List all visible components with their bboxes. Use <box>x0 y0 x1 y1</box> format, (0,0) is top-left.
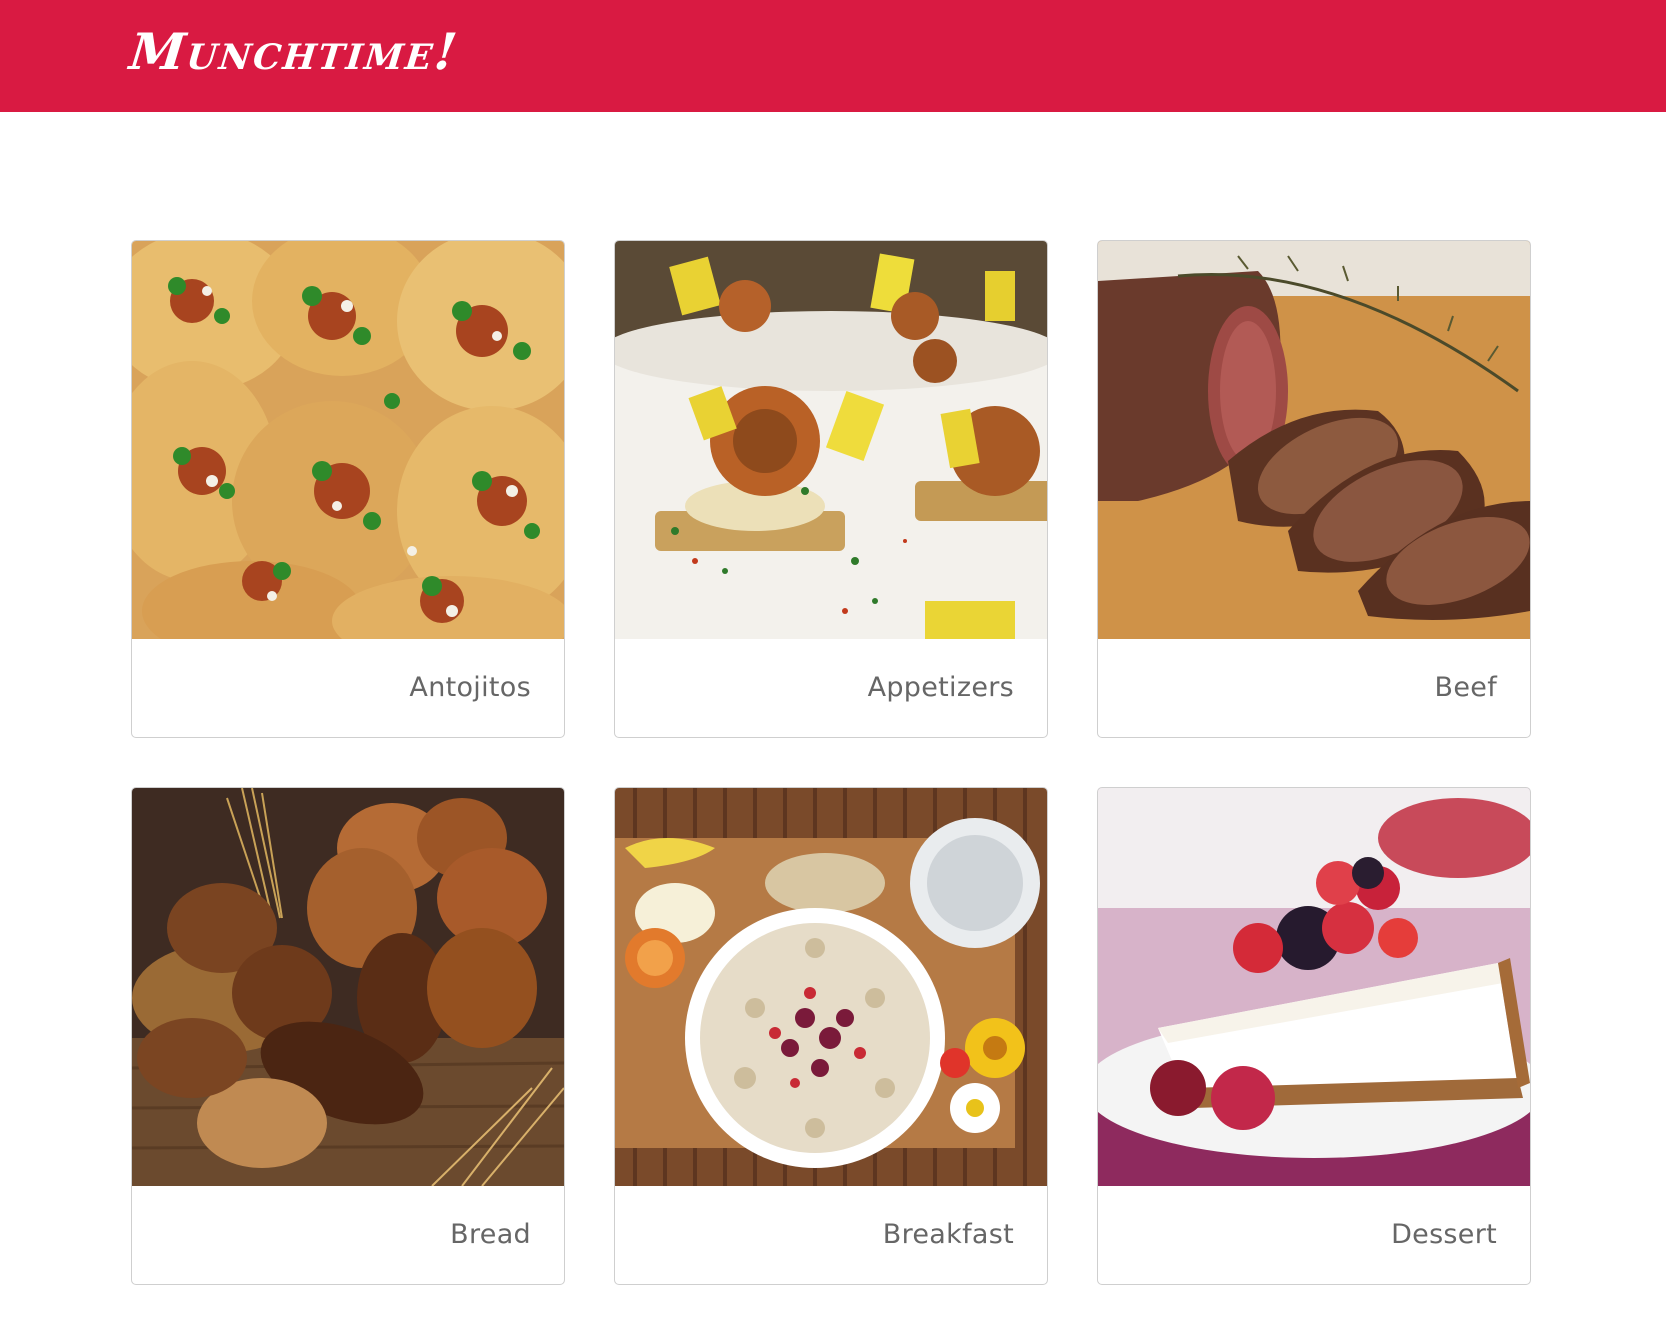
category-card-breakfast[interactable]: Breakfast <box>614 787 1048 1285</box>
category-card-beef[interactable]: Beef <box>1097 240 1531 738</box>
category-label[interactable]: Dessert <box>1391 1219 1497 1250</box>
category-grid: Antojitos Appetizers Beef Bread Breakfas… <box>131 240 1531 1285</box>
beef-tenderloin-photo[interactable] <box>1098 241 1530 639</box>
card-footer: Breakfast <box>615 1186 1047 1284</box>
card-footer: Antojitos <box>132 639 564 737</box>
card-footer: Dessert <box>1098 1186 1530 1284</box>
cheesecake-berries-photo[interactable] <box>1098 788 1530 1186</box>
card-footer: Beef <box>1098 639 1530 737</box>
category-card-bread[interactable]: Bread <box>131 787 565 1285</box>
bread-loaves-photo[interactable] <box>132 788 564 1186</box>
brand-logo[interactable]: Munchtime! <box>127 22 462 81</box>
category-label[interactable]: Appetizers <box>868 672 1014 703</box>
oatmeal-breakfast-photo[interactable] <box>615 788 1047 1186</box>
card-footer: Bread <box>132 1186 564 1284</box>
category-card-antojitos[interactable]: Antojitos <box>131 240 565 738</box>
shrimp-appetizer-photo[interactable] <box>615 241 1047 639</box>
top-bar: Munchtime! <box>0 0 1666 112</box>
category-card-appetizers[interactable]: Appetizers <box>614 240 1048 738</box>
category-label[interactable]: Beef <box>1435 672 1497 703</box>
category-label[interactable]: Antojitos <box>409 672 531 703</box>
category-label[interactable]: Breakfast <box>883 1219 1014 1250</box>
card-footer: Appetizers <box>615 639 1047 737</box>
category-card-dessert[interactable]: Dessert <box>1097 787 1531 1285</box>
tacos-photo[interactable] <box>132 241 564 639</box>
category-label[interactable]: Bread <box>450 1219 531 1250</box>
